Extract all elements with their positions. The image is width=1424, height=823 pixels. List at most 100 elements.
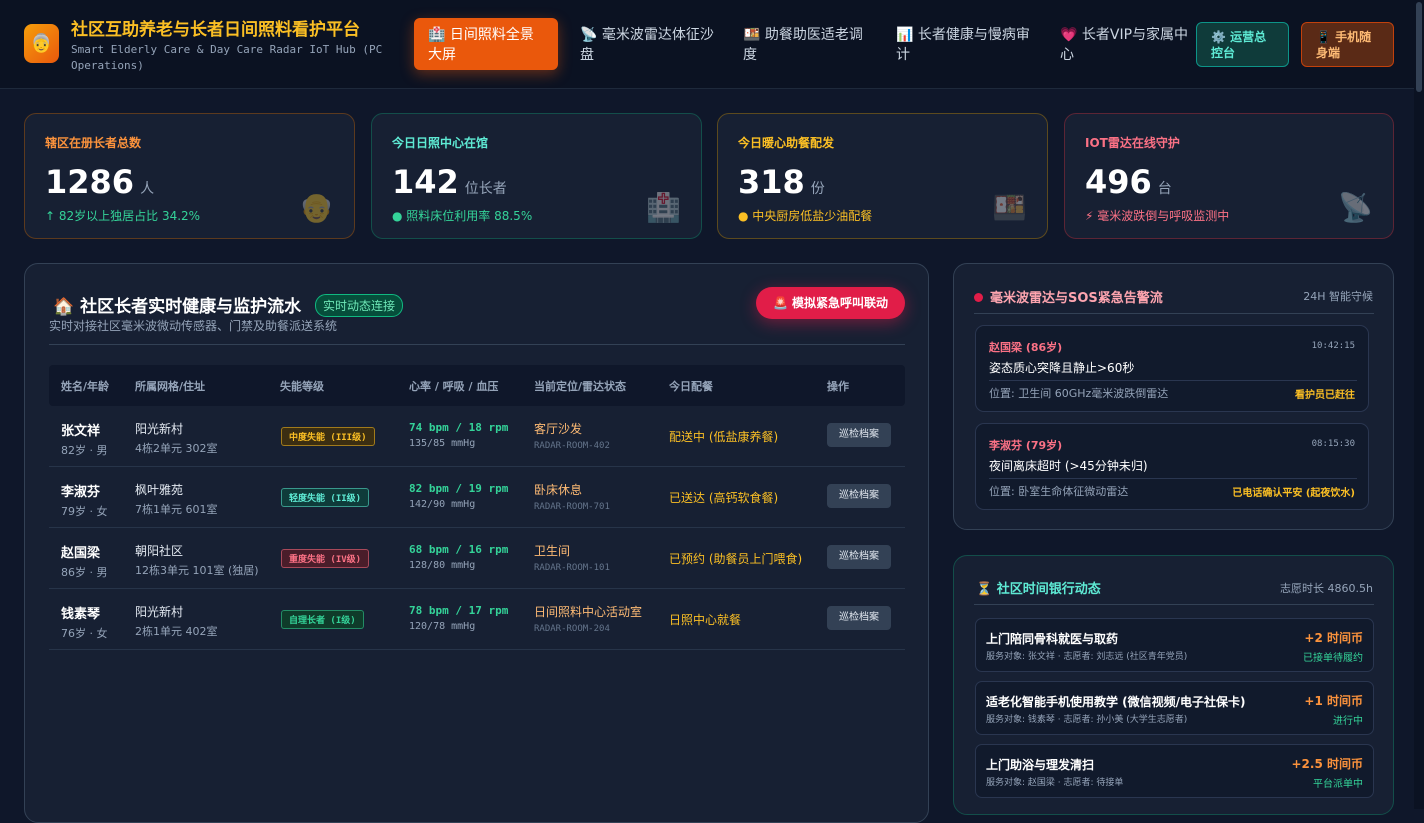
radar-id: RADAR-ROOM-204 xyxy=(534,624,610,634)
hospital-icon: 🏥 xyxy=(428,27,446,43)
simulate-sos-button[interactable]: 🚨 模拟紧急呼叫联动 xyxy=(756,287,905,319)
elder-age: 86岁 · 男 xyxy=(61,566,108,579)
monitor-title: 🏠 社区长者实时健康与监护流水 实时动态连接 xyxy=(53,292,404,317)
time-bank-item[interactable]: 上门助浴与理发清扫 服务对象: 赵国梁 · 志愿者: 待接单 +2.5 时间币 … xyxy=(975,744,1374,798)
alert-card[interactable]: 赵国梁 (86岁) 10:42:15 姿态质心突降且静止>60秒 位置: 卫生间… xyxy=(975,325,1369,412)
radar-id: RADAR-ROOM-101 xyxy=(534,563,610,573)
service-title: 上门助浴与理发清扫 xyxy=(986,758,1095,772)
divider xyxy=(49,344,905,345)
meal-status: 日照中心就餐 xyxy=(669,613,742,627)
column-header: 当前定位/雷达状态 xyxy=(534,380,627,393)
alert-message: 夜间离床超时 (>45分钟未归) xyxy=(989,459,1148,473)
grandma-logo-icon: 👵 xyxy=(24,24,59,63)
inspection-record-button[interactable]: 巡检档案 xyxy=(827,484,891,508)
time-coin-reward: +2 时间币 xyxy=(1304,631,1363,645)
service-progress: 进行中 xyxy=(1333,716,1363,727)
mobile-app-button[interactable]: 📱 手机随身端 xyxy=(1301,22,1394,67)
stat-footnote: ● 照料床位利用率 88.5% xyxy=(392,209,533,223)
monitor-subtitle: 实时对接社区毫米波微动传感器、门禁及助餐派送系统 xyxy=(49,319,338,333)
bento-box-icon: 🍱 xyxy=(992,191,1027,224)
column-header: 操作 xyxy=(827,380,849,393)
house-icon: 🏠 xyxy=(53,297,75,317)
stat-number: 318 xyxy=(738,163,805,201)
service-title: 适老化智能手机使用教学 (微信视频/电子社保卡) xyxy=(986,695,1246,709)
time-bank-item[interactable]: 上门陪同骨科就医与取药 服务对象: 张文祥 · 志愿者: 刘志远 (社区青年党员… xyxy=(975,618,1374,672)
nav-tab-meal-dispatch[interactable]: 🍱 助餐助医适老调度 xyxy=(743,18,873,70)
inspection-record-button[interactable]: 巡检档案 xyxy=(827,423,891,447)
stat-unit: 份 xyxy=(810,181,825,197)
elder-name: 张文祥 xyxy=(61,424,101,439)
address: 12栋3单元 101室 (独居) xyxy=(135,564,259,577)
blood-pressure: 142/90 mmHg xyxy=(409,499,476,510)
community-name: 朝阳社区 xyxy=(135,544,184,558)
current-location: 卫生间 xyxy=(534,544,571,558)
vitals-cell: 68 bpm / 16 rpm 128/80 mmHg xyxy=(409,543,508,571)
vitals-cell: 74 bpm / 18 rpm 135/85 mmHg xyxy=(409,421,508,449)
divider xyxy=(989,478,1357,479)
heart-respiration: 74 bpm / 18 rpm xyxy=(409,421,509,434)
address-cell: 朝阳社区 12栋3单元 101室 (独居) xyxy=(135,542,259,578)
stat-number: 142 xyxy=(392,163,459,201)
stat-footnote: ⚡ 毫米波跌倒与呼吸监测中 xyxy=(1085,209,1230,223)
alert-card[interactable]: 李淑芬 (79岁) 08:15:30 夜间离床超时 (>45分钟未归) 位置: … xyxy=(975,423,1369,510)
time-bank-meta: 志愿时长 4860.5h xyxy=(1280,582,1373,595)
blood-pressure: 135/85 mmHg xyxy=(409,438,476,449)
table-header: 姓名/年龄 所属网格/住址 失能等级 心率 / 呼吸 / 血压 当前定位/雷达状… xyxy=(49,365,905,406)
location-cell: 日间照料中心活动室 RADAR-ROOM-204 xyxy=(534,603,642,634)
stat-label: 辖区在册长者总数 xyxy=(45,136,142,150)
nav-tab-label: 毫米波雷达体征沙盘 xyxy=(580,27,714,63)
time-bank-item[interactable]: 适老化智能手机使用教学 (微信视频/电子社保卡) 服务对象: 钱素琴 · 志愿者… xyxy=(975,681,1374,735)
location-cell: 客厅沙发 RADAR-ROOM-402 xyxy=(534,420,610,451)
page-scrollbar[interactable] xyxy=(1414,0,1424,809)
stat-card-iot-radar-online: IOT雷达在线守护 496 台 ⚡ 毫米波跌倒与呼吸监测中 📡 xyxy=(1064,113,1394,239)
disability-level-badge: 重度失能 (IV级) xyxy=(281,549,370,568)
brand-title: 社区互助养老与长者日间照料看护平台 xyxy=(71,20,360,40)
disability-level-badge: 中度失能 (III级) xyxy=(281,427,375,446)
column-header: 心率 / 呼吸 / 血压 xyxy=(409,380,499,393)
radar-id: RADAR-ROOM-701 xyxy=(534,502,610,512)
ops-console-button[interactable]: ⚙️ 运营总控台 xyxy=(1196,22,1289,67)
inspection-record-button[interactable]: 巡检档案 xyxy=(827,545,891,569)
table-row[interactable]: 赵国梁 86岁 · 男 朝阳社区 12栋3单元 101室 (独居) 重度失能 (IV级)… xyxy=(49,528,905,589)
stat-unit: 台 xyxy=(1157,181,1172,197)
table-row[interactable]: 张文祥 82岁 · 男 阳光新村 4栋2单元 302室 中度失能 (III级) 74 bp… xyxy=(49,406,905,467)
stat-value: 1286 人 xyxy=(45,163,334,201)
divider xyxy=(974,313,1374,314)
meal-status: 已预约 (助餐员上门喂食) xyxy=(669,552,803,566)
table-row[interactable]: 钱素琴 76岁 · 女 阳光新村 2栋1单元 402室 自理长者 (I级) 78 bpm … xyxy=(49,589,905,650)
alert-dot-icon xyxy=(974,293,983,302)
location-cell: 卫生间 RADAR-ROOM-101 xyxy=(534,542,610,573)
heart-respiration: 82 bpm / 19 rpm xyxy=(409,482,509,495)
nav-tab-vip-family[interactable]: 💗 长者VIP与家属中心 xyxy=(1060,18,1190,70)
alert-title: 毫米波雷达与SOS紧急告警流 xyxy=(974,287,1163,306)
service-detail: 服务对象: 钱素琴 · 志愿者: 孙小美 (大学生志愿者) xyxy=(986,715,1188,725)
alert-message: 姿态质心突降且静止>60秒 xyxy=(989,361,1135,375)
scrollbar-thumb[interactable] xyxy=(1416,2,1422,92)
hospital-icon: 🏥 xyxy=(646,191,681,224)
stat-label: IOT雷达在线守护 xyxy=(1085,136,1180,150)
service-progress: 平台派单中 xyxy=(1313,779,1363,790)
community-name: 枫叶雅苑 xyxy=(135,483,184,497)
time-coin-reward: +1 时间币 xyxy=(1304,694,1363,708)
stat-value: 496 台 xyxy=(1085,163,1373,201)
alert-title-text: 毫米波雷达与SOS紧急告警流 xyxy=(990,291,1163,306)
nav-tab-health-audit[interactable]: 📊 长者健康与慢病审计 xyxy=(896,18,1036,70)
inspection-record-button[interactable]: 巡检档案 xyxy=(827,606,891,630)
nav-tab-radar-sandbox[interactable]: 📡 毫米波雷达体征沙盘 xyxy=(580,18,720,70)
meal-status: 配送中 (低盐康养餐) xyxy=(669,430,779,444)
elder-age: 79岁 · 女 xyxy=(61,505,108,518)
blood-pressure: 128/80 mmHg xyxy=(409,560,476,571)
heart-respiration: 68 bpm / 16 rpm xyxy=(409,543,509,556)
stat-card-daycare-present: 今日日照中心在馆 142 位长者 ● 照料床位利用率 88.5% 🏥 xyxy=(371,113,702,239)
bento-box-icon: 🍱 xyxy=(743,27,761,43)
monitor-title-text: 社区长者实时健康与监护流水 xyxy=(80,297,302,317)
stat-label: 今日暖心助餐配发 xyxy=(738,136,835,150)
time-bank-panel: ⏳ 社区时间银行动态 志愿时长 4860.5h 上门陪同骨科就医与取药 服务对象… xyxy=(953,555,1394,815)
nav-tab-daycare-dashboard[interactable]: 🏥 日间照料全景大屏 xyxy=(414,18,558,70)
service-title: 上门陪同骨科就医与取药 xyxy=(986,632,1119,646)
alert-meta: 24H 智能守候 xyxy=(1303,290,1373,303)
alert-time: 08:15:30 xyxy=(1311,439,1355,449)
table-row[interactable]: 李淑芬 79岁 · 女 枫叶雅苑 7栋1单元 601室 轻度失能 (II级) 82 bpm… xyxy=(49,467,905,528)
address-cell: 阳光新村 2栋1单元 402室 xyxy=(135,603,218,639)
satellite-dish-icon: 📡 xyxy=(580,27,598,43)
